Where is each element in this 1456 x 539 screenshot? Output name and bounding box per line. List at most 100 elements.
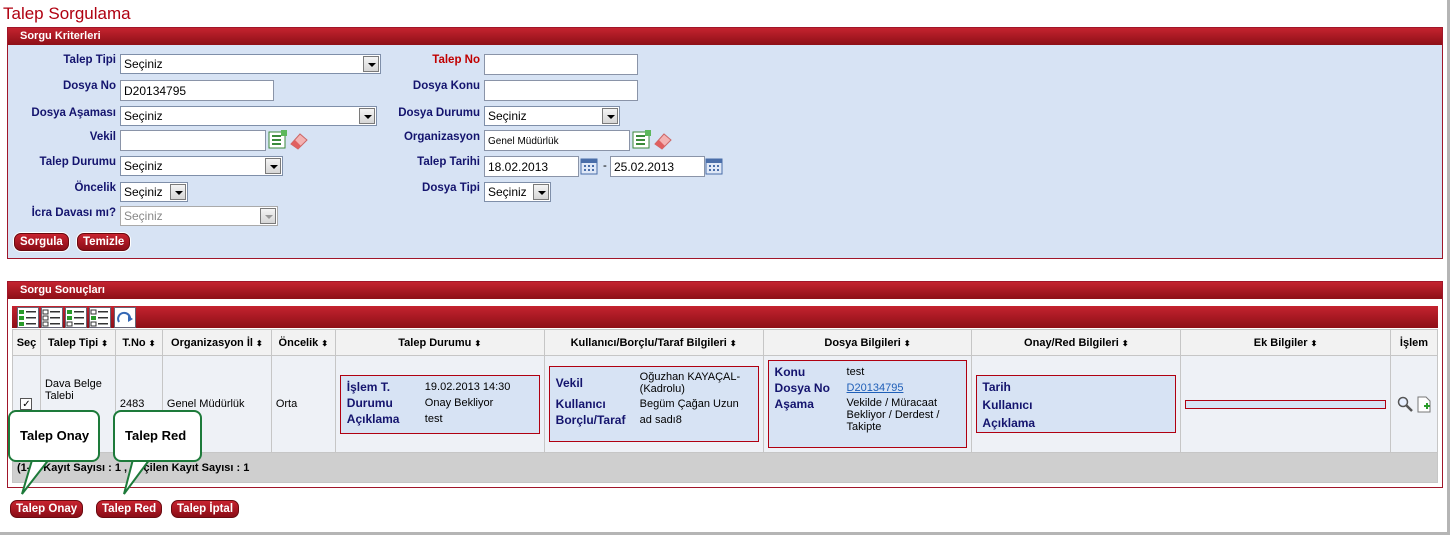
row-checkbox[interactable]: ✓ <box>20 398 33 410</box>
sort-icon: ⬍ <box>101 338 108 348</box>
kullanici-info-label: Kullanıcı <box>555 397 606 411</box>
column-header-ek-bilgiler[interactable]: Ek Bilgiler ⬍ <box>1180 329 1391 356</box>
dosya-tipi-label: Dosya Tipi <box>422 182 480 194</box>
talep-tipi-value: Seçiniz <box>124 57 163 71</box>
oncelik-value: Seçiniz <box>124 185 163 199</box>
islem-t-value: 19.02.2013 14:30 <box>424 380 511 393</box>
dosya-no-input[interactable]: D20134795 <box>120 80 274 101</box>
talep-tarihi-to-input[interactable]: 25.02.2013 <box>610 156 705 177</box>
sort-icon: ⬍ <box>1310 338 1318 348</box>
talep-durumu-select[interactable]: Seçiniz <box>120 156 283 176</box>
cell-ek-bilgiler <box>1180 355 1391 453</box>
talep-red-button[interactable]: Talep Red <box>96 500 163 518</box>
cell-talep-durumu: İşlem T. 19.02.2013 14:30 Durumu Onay Bekl… <box>334 355 545 453</box>
callout-talep-red: Talep Red <box>113 410 202 462</box>
icra-davasi-label: İcra Davası mı? <box>31 207 116 219</box>
results-toolbar <box>12 306 1438 328</box>
sort-icon: ⬍ <box>729 338 737 348</box>
konu-value: test <box>846 366 865 378</box>
cell-kullanici: Vekil Oğuzhan KAYAÇAL-(Kadrolu) Kullanıcı… <box>543 355 764 453</box>
chevron-down-icon <box>533 184 549 200</box>
chevron-down-icon <box>260 208 276 224</box>
column-header-kullanici[interactable]: Kullanıcı/Borçlu/Taraf Bilgileri ⬍ <box>543 329 764 356</box>
column-header-tno[interactable]: T.No ⬍ <box>114 329 163 356</box>
talep-no-input[interactable] <box>484 54 638 75</box>
konu-label: Konu <box>774 365 806 379</box>
refresh-icon[interactable] <box>114 307 136 328</box>
borclu-info-label: Borçlu/Taraf <box>555 413 626 427</box>
table-row[interactable]: ✓ Dava Belge Talebi 2483 Genel Müdürlük … <box>12 355 1439 453</box>
criteria-header: Sorgu Kriterleri <box>8 28 1442 45</box>
column-header-organizasyon[interactable]: Organizasyon İl ⬍ <box>161 329 272 356</box>
onay-box: Tarih Kullanıcı Açıklama <box>976 375 1177 433</box>
page-title: Talep Sorgulama <box>3 4 131 23</box>
dosya-durumu-label: Dosya Durumu <box>398 107 480 119</box>
dosya-asamasi-select[interactable]: Seçiniz <box>120 106 377 126</box>
add-document-icon[interactable] <box>1417 396 1431 413</box>
results-header: Sorgu Sonuçları <box>8 282 1442 299</box>
deselect-page-icon[interactable] <box>89 307 111 328</box>
eraser-icon[interactable] <box>288 131 310 151</box>
column-header-talep-tipi[interactable]: Talep Tipi ⬍ <box>39 329 116 356</box>
table-header-row: Seç Talep Tipi ⬍ T.No ⬍ Organizasyon İl … <box>12 329 1439 356</box>
talep-tarihi-from-input[interactable]: 18.02.2013 <box>484 156 579 177</box>
dosya-durumu-select[interactable]: Seçiniz <box>484 106 620 126</box>
select-all-icon[interactable] <box>17 307 39 328</box>
vekil-label: Vekil <box>89 131 116 143</box>
column-header-dosya[interactable]: Dosya Bilgileri ⬍ <box>762 329 973 356</box>
talep-tarihi-label: Talep Tarihi <box>417 156 480 168</box>
dosya-konu-label: Dosya Konu <box>412 80 480 92</box>
organizasyon-input[interactable]: Genel Müdürlük <box>484 130 630 151</box>
talep-no-label: Talep No <box>432 54 480 66</box>
vekil-input[interactable] <box>120 130 266 151</box>
select-page-icon[interactable] <box>65 307 87 328</box>
cell-dosya: Konu test Dosya No D20134795 Aşama Vekilde … <box>762 355 973 453</box>
record-count: (1-1) Kayıt Sayısı : 1 , Seçilen Kayıt S… <box>12 452 1438 483</box>
list-select-icon[interactable] <box>268 130 288 150</box>
chevron-down-icon <box>170 184 186 200</box>
dosya-no-label: Dosya No <box>62 80 116 92</box>
aciklama-value: test <box>424 412 443 425</box>
calendar-icon[interactable] <box>580 157 599 176</box>
talep-iptal-button[interactable]: Talep İptal <box>171 500 240 518</box>
sort-icon: ⬍ <box>321 338 329 348</box>
chevron-down-icon <box>359 108 375 124</box>
calendar-icon[interactable] <box>705 157 724 176</box>
column-header-sec[interactable]: Seç <box>12 329 41 356</box>
talep-durumu-value: Seçiniz <box>124 159 163 173</box>
deselect-all-icon[interactable] <box>41 307 63 328</box>
ek-bilgiler-box <box>1185 399 1386 409</box>
talep-tipi-select[interactable]: Seçiniz <box>120 54 381 74</box>
oncelik-select[interactable]: Seçiniz <box>120 182 188 202</box>
talep-onay-button[interactable]: Talep Onay <box>10 500 84 518</box>
aciklama-label: Açıklama <box>346 411 400 426</box>
column-header-onay-red[interactable]: Onay/Red Bilgileri ⬍ <box>971 329 1182 356</box>
sorgula-button[interactable]: Sorgula <box>14 233 69 251</box>
talep-durumu-box: İşlem T. 19.02.2013 14:30 Durumu Onay Bekl… <box>339 374 540 434</box>
dosya-no-link[interactable]: D20134795 <box>847 382 904 394</box>
column-header-talep-durumu[interactable]: Talep Durumu ⬍ <box>334 329 545 356</box>
eraser-icon[interactable] <box>652 131 674 151</box>
sort-icon: ⬍ <box>148 338 156 348</box>
durumu-value: Onay Bekliyor <box>424 396 494 409</box>
icra-davasi-select[interactable]: Seçiniz <box>120 206 278 226</box>
results-table: Seç Talep Tipi ⬍ T.No ⬍ Organizasyon İl … <box>12 329 1439 483</box>
kullanici-info-value: Begüm Çağan Uzun <box>639 398 739 410</box>
asama-value: Vekilde / Müracaat Bekliyor / Derdest / … <box>846 397 940 433</box>
dosya-box: Konu test Dosya No D20134795 Aşama Vekilde … <box>767 360 968 448</box>
durumu-label: Durumu <box>346 395 393 410</box>
table-footer-row: (1-1) Kayıt Sayısı : 1 , Seçilen Kayıt S… <box>12 452 1438 483</box>
oncelik-label: Öncelik <box>74 182 116 194</box>
column-header-islem: İşlem <box>1389 329 1439 356</box>
dosya-tipi-select[interactable]: Seçiniz <box>484 182 551 202</box>
onay-kullanici-label: Kullanıcı <box>982 398 1033 412</box>
dosya-konu-input[interactable] <box>484 80 638 101</box>
sort-icon: ⬍ <box>903 338 911 348</box>
column-header-oncelik[interactable]: Öncelik ⬍ <box>270 329 336 356</box>
talep-tipi-label: Talep Tipi <box>63 54 116 66</box>
talep-durumu-label: Talep Durumu <box>39 156 116 168</box>
list-select-icon[interactable] <box>632 130 652 150</box>
magnifier-icon[interactable] <box>1397 396 1414 412</box>
organizasyon-label: Organizasyon <box>403 131 480 143</box>
temizle-button[interactable]: Temizle <box>77 233 131 251</box>
